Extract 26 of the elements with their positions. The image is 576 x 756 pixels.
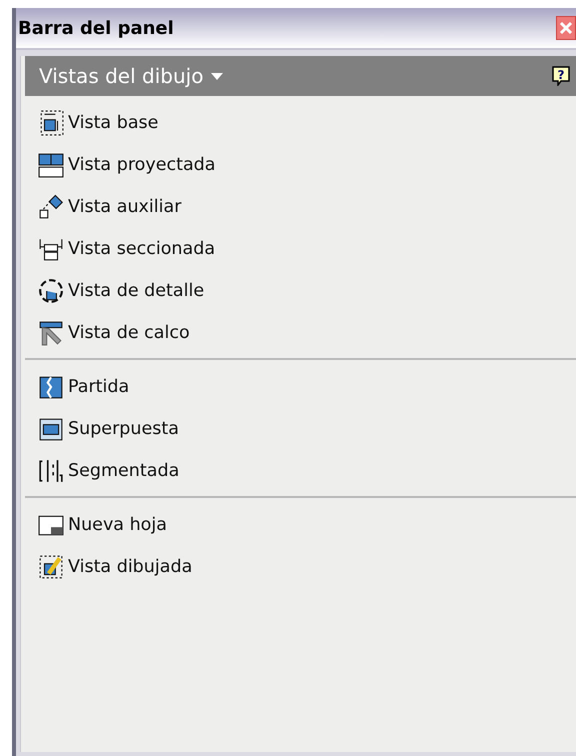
panel-item[interactable]: Vista dibujada bbox=[25, 546, 198, 588]
view-icon bbox=[38, 320, 64, 346]
view-icon bbox=[38, 374, 64, 400]
panel-item[interactable]: Vista de detalle bbox=[25, 270, 210, 312]
help-icon[interactable]: ? bbox=[552, 66, 570, 86]
view-icon bbox=[38, 458, 64, 484]
caret-icon bbox=[211, 72, 224, 80]
view-icon bbox=[38, 554, 64, 580]
panel-item[interactable]: Superpuesta bbox=[25, 408, 185, 450]
close-button[interactable] bbox=[556, 16, 576, 40]
window-title: Barra del panel bbox=[17, 18, 174, 38]
view-icon bbox=[38, 110, 64, 136]
panel-item[interactable]: Segmentada bbox=[25, 450, 186, 492]
panel-item[interactable]: Partida bbox=[25, 366, 136, 408]
panel-item[interactable]: Vista auxiliar bbox=[25, 186, 188, 228]
panel-item[interactable]: Vista base bbox=[25, 102, 164, 144]
panel-item[interactable]: Nueva hoja bbox=[25, 504, 173, 546]
view-icon bbox=[38, 416, 64, 442]
view-icon bbox=[38, 278, 64, 304]
panel-item[interactable]: Vista de calco bbox=[25, 312, 196, 354]
panel-item[interactable]: Vista proyectada bbox=[25, 144, 222, 186]
panel-item[interactable]: Vista seccionada bbox=[25, 228, 222, 270]
view-icon bbox=[38, 152, 64, 178]
view-icon bbox=[38, 194, 64, 220]
close-icon bbox=[559, 21, 573, 35]
panel-title-dropdown[interactable]: Vistas del dibujo bbox=[39, 64, 224, 88]
